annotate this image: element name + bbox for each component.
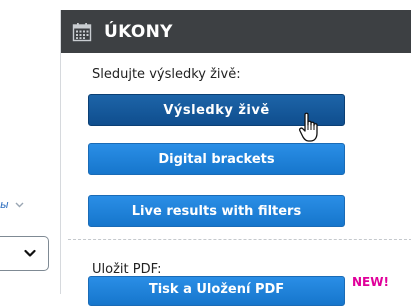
partial-select-dropdown[interactable] [0,236,49,271]
new-badge: NEW! [352,275,389,289]
live-results-button-label: Výsledky živě [163,102,270,118]
hand-pointer-icon [298,111,324,145]
digital-brackets-button[interactable]: Digital brackets [88,143,345,175]
chevron-down-icon [23,245,37,259]
left-filter-fragment: ы [0,0,50,294]
print-save-pdf-button-label: Tisk a Uložení PDF [148,282,285,297]
print-save-pdf-button[interactable]: Tisk a Uložení PDF [88,276,345,306]
digital-brackets-button-label: Digital brackets [158,151,275,167]
partial-filter-label-text: ы [0,198,9,211]
chevron-down-icon [15,198,24,212]
calendar-icon [72,22,92,42]
panel-title: ÚKONY [104,21,173,42]
live-results-filters-button-label: Live results with filters [131,203,302,219]
live-section-label: Sledujte výsledky živě: [92,67,241,82]
live-results-filters-button[interactable]: Live results with filters [88,195,345,227]
partial-filter-label[interactable]: ы [0,198,24,212]
section-divider [68,239,411,240]
actions-panel: ÚKONY Sledujte výsledky živě: Výsledky ž… [60,10,411,306]
panel-header: ÚKONY [61,10,411,53]
pdf-section-label: Uložit PDF: [92,262,162,277]
